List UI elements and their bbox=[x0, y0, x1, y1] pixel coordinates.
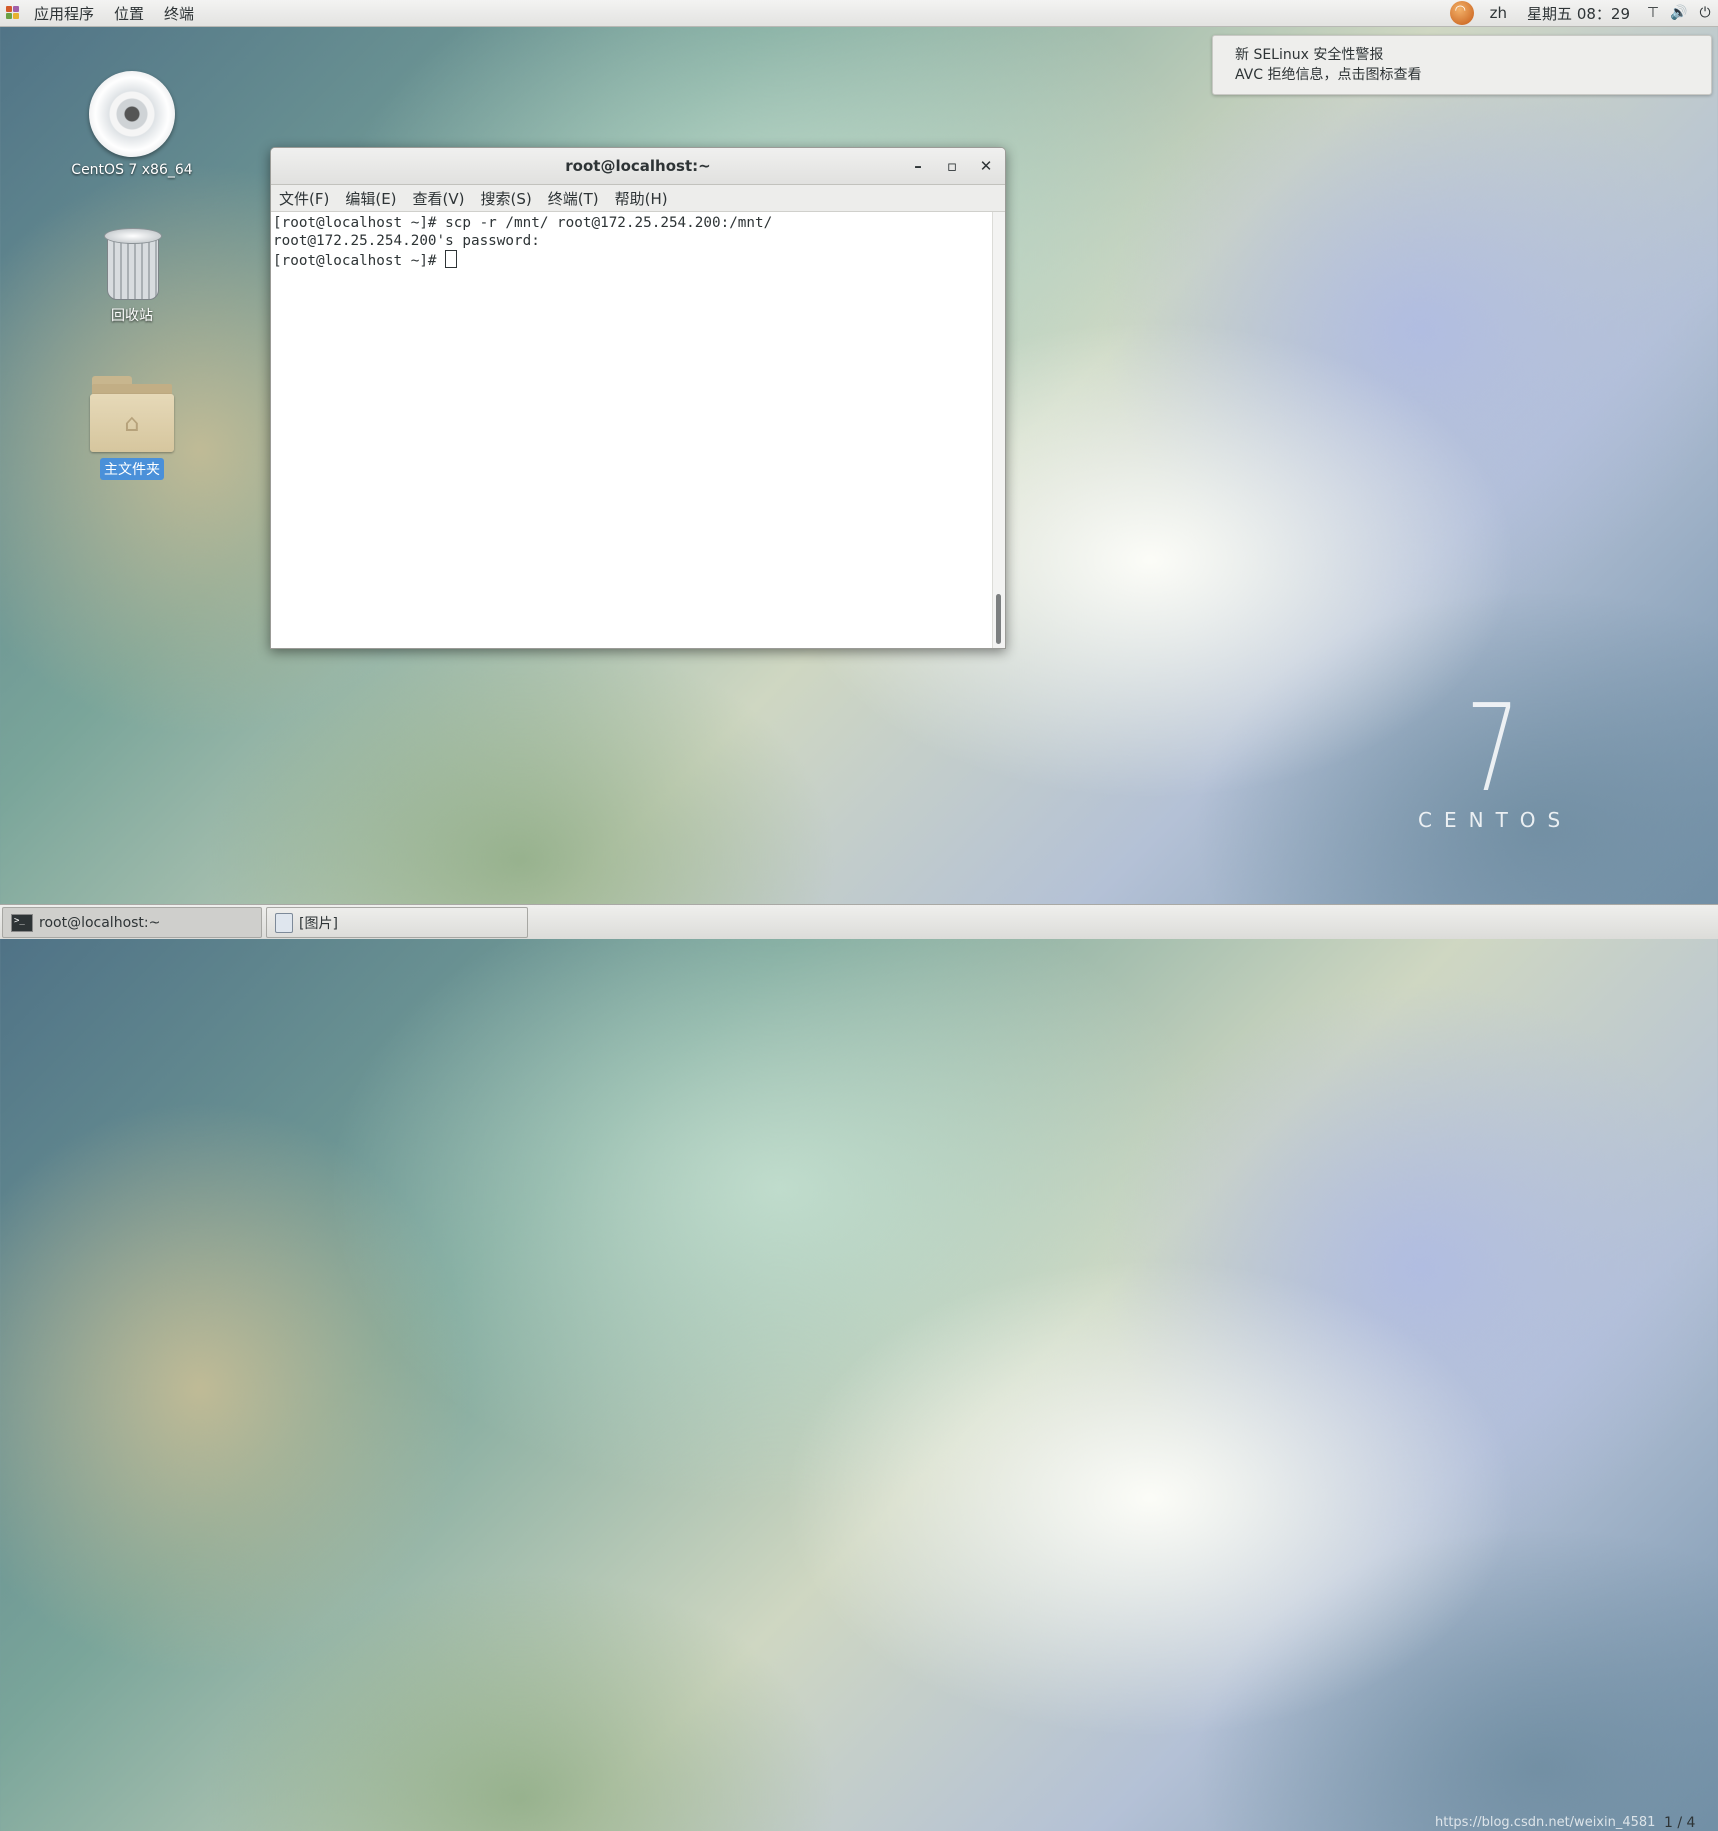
selinux-notification[interactable]: 新 SELinux 安全性警报 AVC 拒绝信息，点击图标查看 bbox=[1212, 35, 1712, 95]
terminal-icon bbox=[11, 913, 33, 932]
watermark-url: https://blog.csdn.net/weixin_4581 bbox=[1435, 1815, 1656, 1830]
desktop-icon-cdrom[interactable]: CentOS 7 x86_64 bbox=[62, 71, 202, 179]
terminal-app-menu[interactable]: 终端 bbox=[154, 0, 204, 26]
task-image[interactable]: [图片] bbox=[266, 907, 528, 938]
notification-title: 新 SELinux 安全性警报 bbox=[1235, 47, 1384, 63]
task-label: root@localhost:~ bbox=[39, 914, 161, 931]
desktop-icon-trash[interactable]: 回收站 bbox=[62, 226, 202, 326]
workspace-pager[interactable]: 1 / 4 bbox=[1664, 1815, 1695, 1831]
menu-edit[interactable]: 编辑(E) bbox=[337, 188, 404, 209]
desktop-icon-label: 主文件夹 bbox=[100, 458, 164, 480]
centos-version-number: 7 bbox=[1466, 680, 1520, 819]
window-menubar: 文件(F) 编辑(E) 查看(V) 搜索(S) 终端(T) 帮助(H) bbox=[271, 185, 1005, 212]
cd-icon bbox=[89, 71, 175, 157]
close-button[interactable]: ✕ bbox=[973, 154, 999, 178]
maximize-button[interactable]: ▫ bbox=[939, 154, 965, 178]
notification-body: AVC 拒绝信息，点击图标查看 bbox=[1235, 67, 1422, 83]
menu-view[interactable]: 查看(V) bbox=[405, 188, 473, 209]
menu-file[interactable]: 文件(F) bbox=[271, 188, 337, 209]
window-titlebar[interactable]: root@localhost:~ – ▫ ✕ bbox=[271, 148, 1005, 185]
trash-icon bbox=[102, 226, 162, 300]
terminal-output[interactable]: [root@localhost ~]# scp -r /mnt/ root@17… bbox=[271, 212, 993, 648]
clock[interactable]: 星期五 08：29 bbox=[1517, 3, 1640, 24]
menu-help[interactable]: 帮助(H) bbox=[607, 188, 676, 209]
desktop-icon-label: 回收站 bbox=[111, 308, 153, 324]
terminal-line: [root@localhost ~]# bbox=[273, 253, 446, 269]
terminal-line: [root@localhost ~]# scp -r /mnt/ root@17… bbox=[273, 215, 773, 231]
applications-menu[interactable]: 应用程序 bbox=[24, 0, 104, 26]
home-folder-icon: ⌂ bbox=[90, 372, 174, 454]
window-title: root@localhost:~ bbox=[565, 157, 711, 175]
terminal-window[interactable]: root@localhost:~ – ▫ ✕ 文件(F) 编辑(E) 查看(V)… bbox=[270, 147, 1006, 649]
terminal-scrollbar[interactable] bbox=[992, 212, 1005, 648]
input-language-indicator[interactable]: zh bbox=[1480, 4, 1517, 22]
top-panel: 应用程序 位置 终端 zh 星期五 08：29 ⊤ 🔊 ⏻ bbox=[0, 0, 1718, 27]
image-icon bbox=[275, 912, 293, 933]
desktop-icon-label: CentOS 7 x86_64 bbox=[71, 162, 193, 178]
scrollbar-thumb[interactable] bbox=[996, 594, 1001, 644]
places-menu[interactable]: 位置 bbox=[104, 0, 154, 26]
network-icon[interactable]: ⊤ bbox=[1640, 5, 1666, 21]
task-label: [图片] bbox=[299, 915, 338, 932]
terminal-cursor bbox=[445, 250, 458, 268]
centos-wordmark: CENTOS bbox=[1418, 808, 1573, 832]
terminal-line: root@172.25.254.200's password: bbox=[273, 233, 540, 249]
applications-logo-icon bbox=[6, 6, 20, 20]
menu-terminal[interactable]: 终端(T) bbox=[540, 188, 607, 209]
desktop-icon-home[interactable]: ⌂ 主文件夹 bbox=[62, 372, 202, 480]
menu-search[interactable]: 搜索(S) bbox=[473, 188, 540, 209]
volume-icon[interactable]: 🔊 bbox=[1666, 5, 1692, 21]
power-icon[interactable]: ⏻ bbox=[1692, 5, 1718, 21]
selinux-alert-icon[interactable] bbox=[1449, 1, 1474, 25]
minimize-button[interactable]: – bbox=[905, 154, 931, 178]
task-terminal[interactable]: root@localhost:~ bbox=[2, 907, 262, 938]
bottom-taskbar: root@localhost:~ [图片] https://blog.csdn.… bbox=[0, 904, 1718, 1831]
